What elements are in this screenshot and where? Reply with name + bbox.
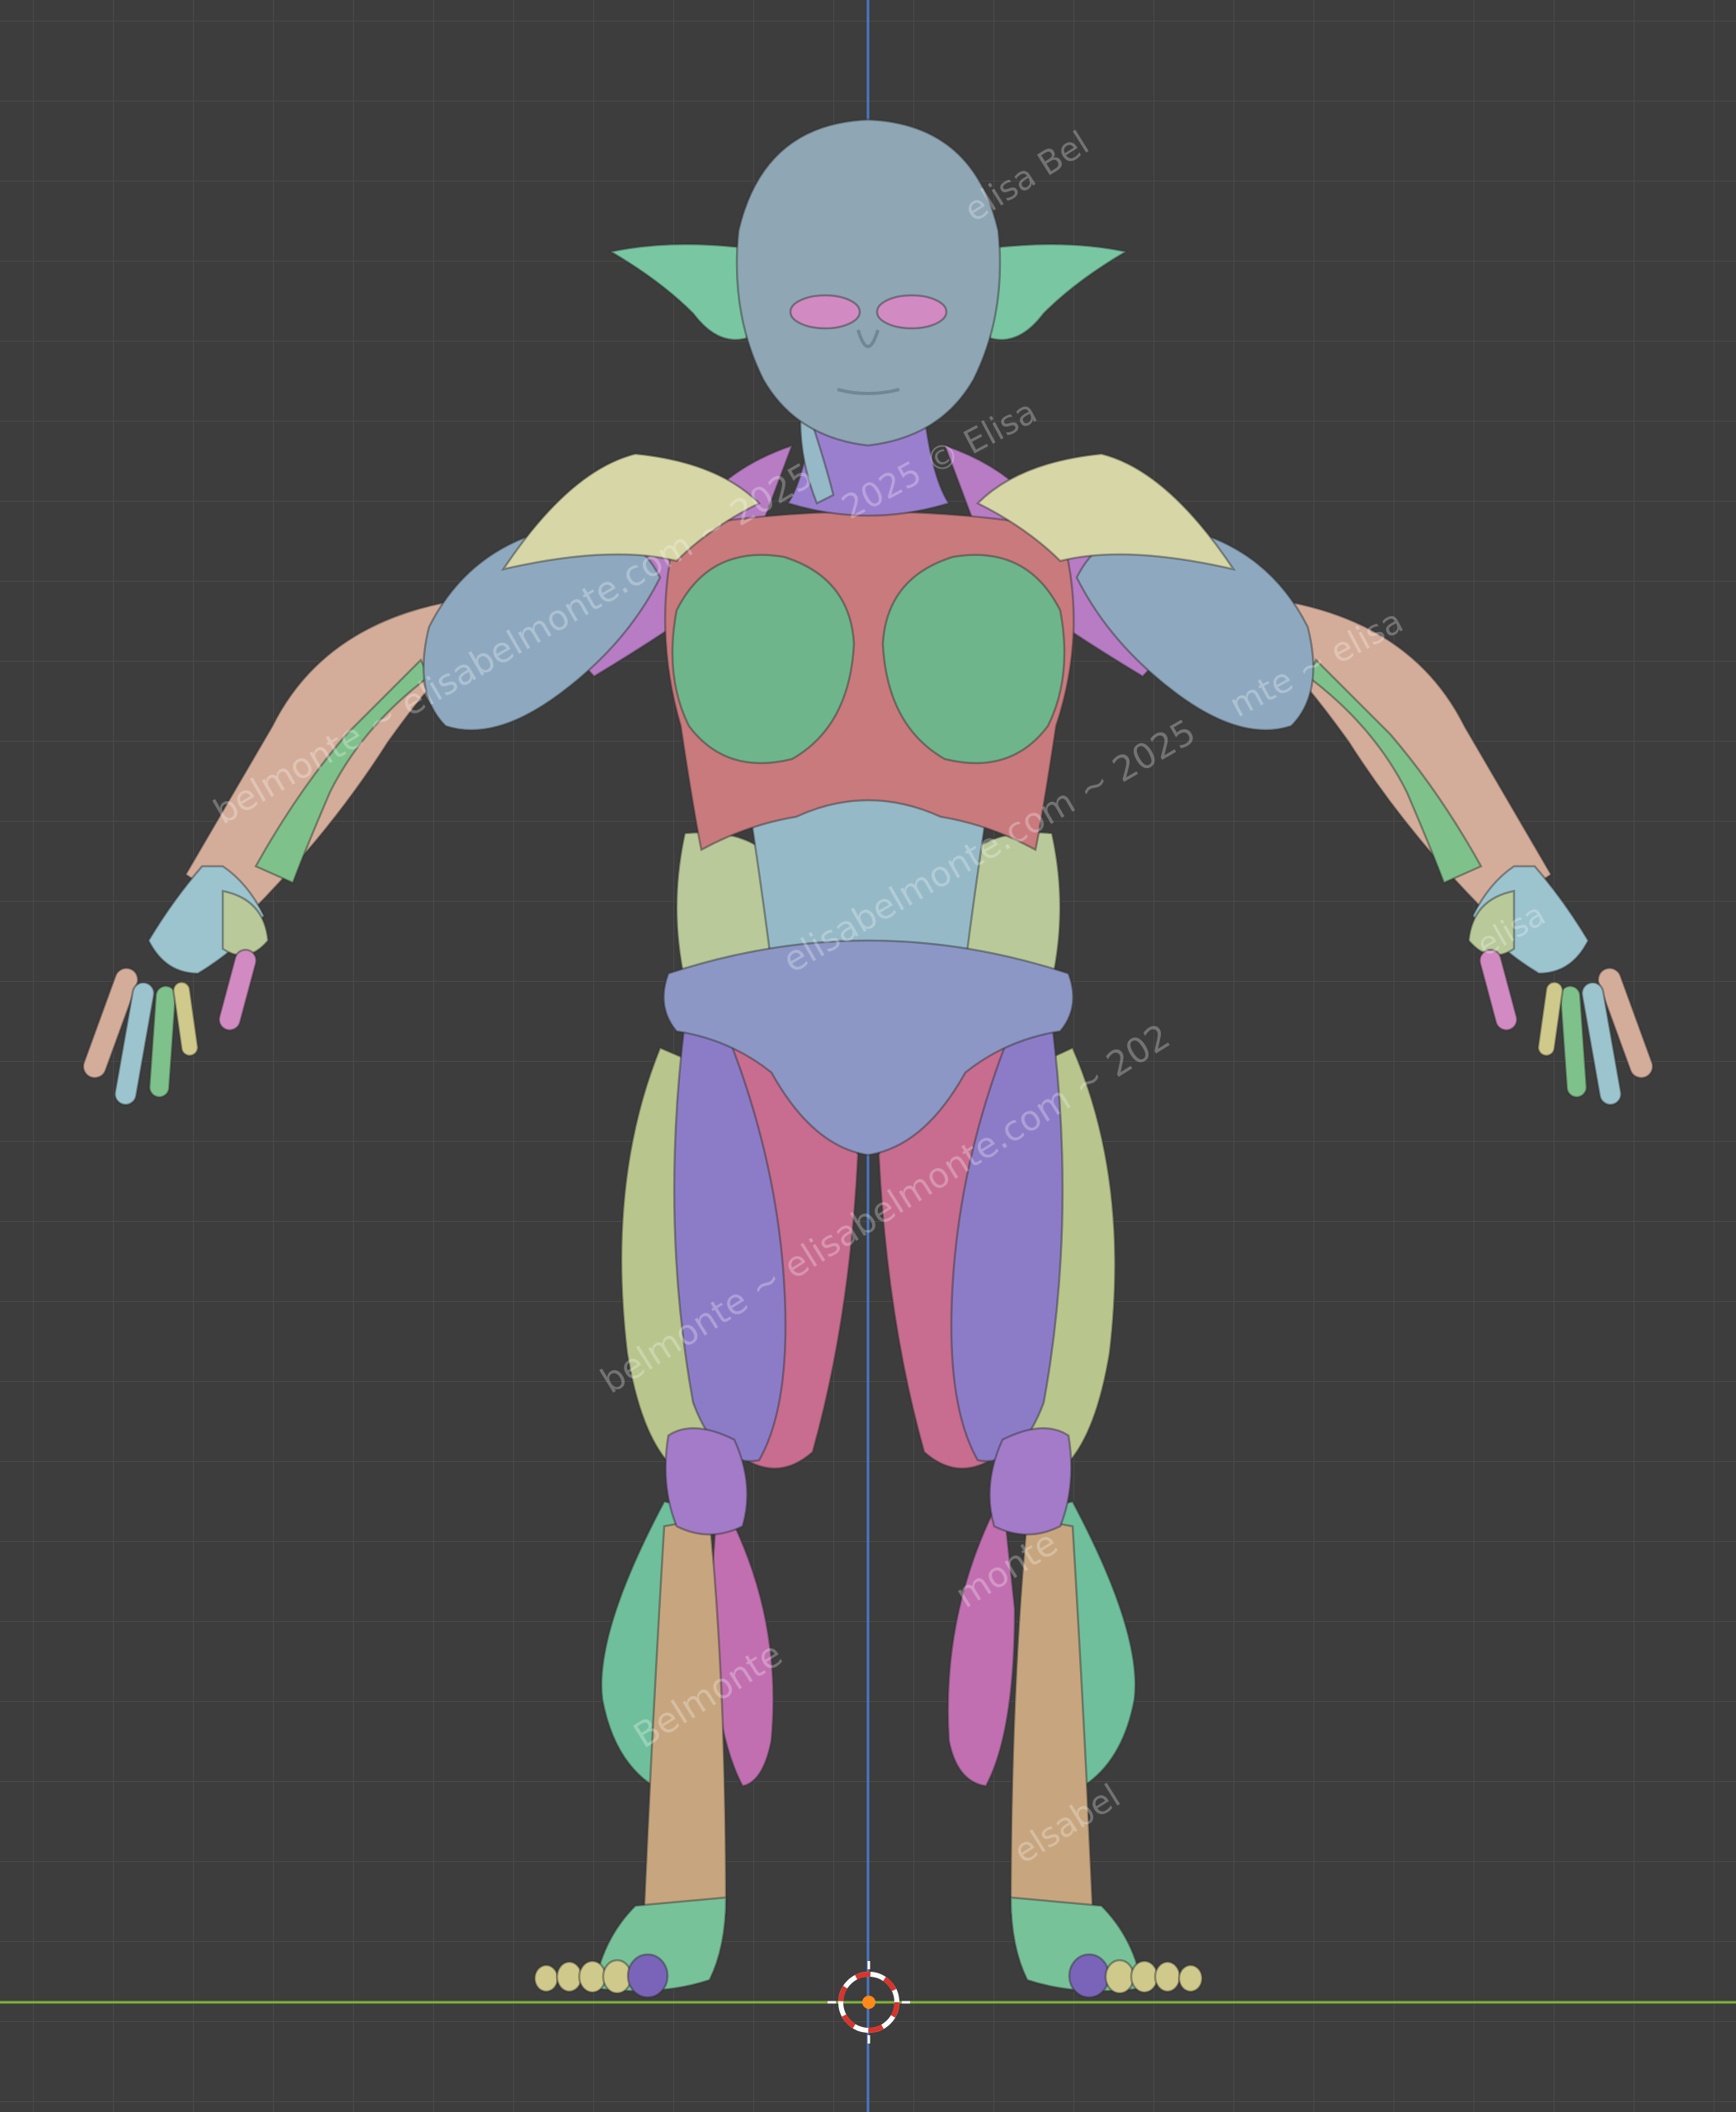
- toe: [1130, 1959, 1159, 1994]
- knee-right[interactable]: [988, 1426, 1073, 1536]
- toe: [533, 1964, 559, 1993]
- toe: [555, 1960, 583, 1993]
- big-toe: [1068, 1953, 1111, 1999]
- 3d-viewport[interactable]: elisa Bel 2025 © Elisa belmonte ~ elisab…: [0, 0, 1736, 2112]
- toe: [578, 1959, 607, 1994]
- knee-left[interactable]: [664, 1426, 748, 1536]
- eye-right[interactable]: [875, 294, 948, 330]
- big-toe: [626, 1953, 669, 1999]
- toe: [1104, 1959, 1135, 1995]
- toe: [1177, 1964, 1204, 1993]
- viewport-canvas[interactable]: elisa Bel 2025 © Elisa belmonte ~ elisab…: [0, 0, 1736, 2112]
- eye-left[interactable]: [789, 294, 861, 330]
- toe: [1153, 1960, 1182, 1993]
- origin-dot: [862, 1996, 875, 2009]
- head[interactable]: [735, 118, 1002, 447]
